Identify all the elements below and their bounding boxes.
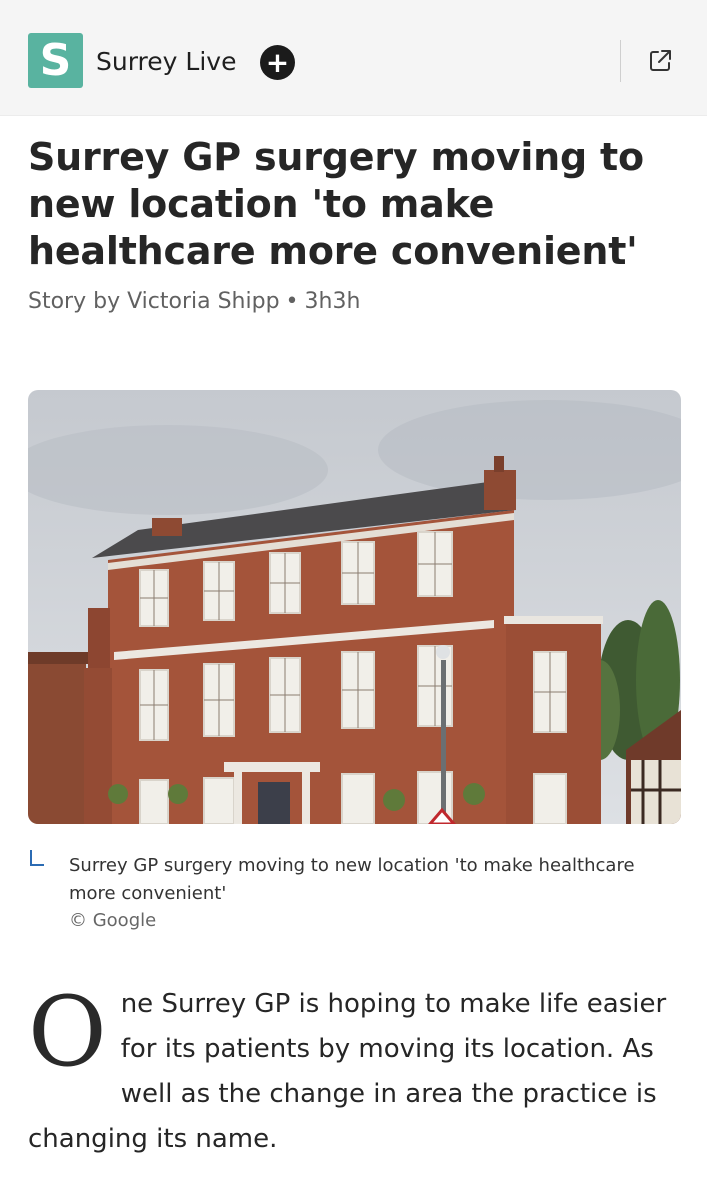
article-body: One Surrey GP is hoping to make life eas…	[28, 982, 683, 1162]
surgery-building-photo	[28, 390, 681, 824]
byline-author[interactable]: Story by Victoria Shipp	[28, 289, 280, 314]
drop-cap: O	[28, 976, 107, 1088]
app-header: S Surrey Live +	[0, 0, 707, 116]
external-link-icon	[650, 50, 671, 71]
site-name[interactable]: Surrey Live	[96, 44, 236, 80]
image-credit: © Google	[69, 910, 157, 931]
byline-separator: •	[285, 289, 299, 314]
open-in-browser-button[interactable]	[644, 45, 676, 77]
article-image[interactable]	[28, 390, 681, 824]
body-paragraph: ne Surrey GP is hoping to make life easi…	[28, 989, 667, 1154]
article-byline: Story by Victoria Shipp • 3h3h	[28, 286, 360, 318]
plus-icon: +	[265, 45, 290, 79]
caption-marker	[30, 850, 44, 866]
article-headline: Surrey GP surgery moving to new location…	[28, 135, 644, 273]
follow-button[interactable]: +	[260, 45, 295, 80]
surrey-live-logo[interactable]: S	[28, 33, 83, 88]
header-divider	[620, 40, 621, 82]
image-caption: Surrey GP surgery moving to new location…	[69, 855, 635, 904]
byline-time: 3h3h	[304, 289, 361, 314]
